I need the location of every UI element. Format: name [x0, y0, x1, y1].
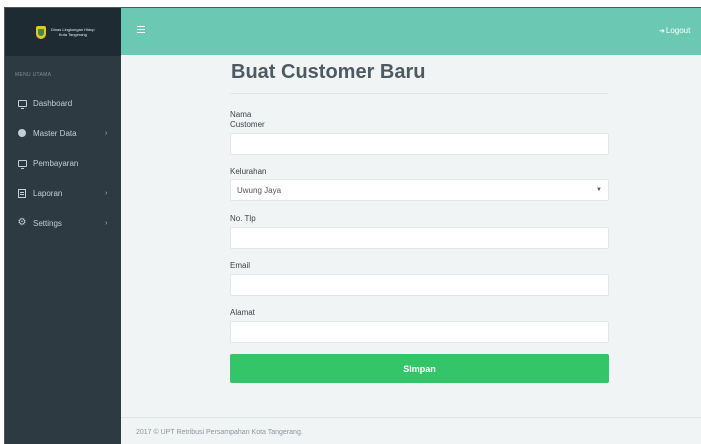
database-icon [17, 128, 27, 138]
nama-customer-input[interactable] [230, 133, 609, 155]
no-tlp-label: No. Tlp [230, 214, 256, 223]
brand-line-2: Kota Tangerang [58, 32, 87, 37]
city-emblem-icon [36, 25, 46, 39]
sidebar-item-label: Laporan [33, 188, 63, 198]
chevron-right-icon: › [105, 129, 108, 137]
page-title: Buat Customer Baru [231, 61, 426, 83]
monitor-icon [17, 98, 27, 109]
nama-label-line-1: Nama [230, 110, 252, 119]
report-icon [17, 188, 27, 198]
title-divider [230, 93, 608, 94]
alamat-label: Alamat [230, 308, 255, 317]
no-tlp-input[interactable] [230, 227, 609, 249]
window-border-left [4, 7, 5, 444]
brand[interactable]: Dinas Lingkungan Hidup Kota Tangerang [5, 8, 121, 56]
nama-customer-label: Nama Customer [230, 110, 265, 130]
chevron-right-icon: › [105, 219, 108, 227]
main-content: Buat Customer Baru Nama Customer Kelurah… [121, 55, 701, 444]
menu-header: MENU UTAMA [15, 72, 52, 78]
sidebar-item-dashboard[interactable]: Dashboard [5, 88, 121, 118]
sidebar-item-label: Settings [33, 218, 62, 228]
gear-icon: ⚙ [17, 217, 27, 228]
sidebar: Dinas Lingkungan Hidup Kota Tangerang ME… [5, 8, 121, 444]
alamat-input[interactable] [230, 321, 609, 343]
sidebar-item-master-data[interactable]: Master Data › [5, 118, 121, 148]
sidebar-item-label: Pembayaran [33, 158, 79, 168]
monitor-icon [17, 158, 27, 169]
logout-label: Logout [665, 26, 691, 35]
sign-out-icon: ➜ [659, 27, 665, 35]
sidebar-item-laporan[interactable]: Laporan › [5, 178, 121, 208]
footer-copyright: 2017 © UPT Retribusi Persampahan Kota Ta… [136, 429, 303, 436]
kelurahan-label: Kelurahan [230, 167, 267, 176]
sidebar-item-settings[interactable]: ⚙ Settings › [5, 208, 121, 238]
sidebar-item-pembayaran[interactable]: Pembayaran [5, 148, 121, 178]
logout-link[interactable]: ➜ Logout [659, 26, 690, 35]
top-navbar: ➜ Logout [121, 8, 701, 55]
caret-down-icon: ▼ [596, 187, 602, 193]
email-label: Email [230, 261, 251, 270]
kelurahan-select[interactable]: Uwung Jaya ▼ [230, 179, 609, 201]
sidebar-item-label: Dashboard [33, 98, 73, 108]
sidebar-item-label: Master Data [33, 128, 77, 138]
nama-label-line-2: Customer [230, 120, 265, 129]
kelurahan-selected-value: Uwung Jaya [237, 185, 282, 195]
simpan-button[interactable]: Simpan [230, 354, 609, 383]
brand-name: Dinas Lingkungan Hidup Kota Tangerang [51, 27, 95, 37]
footer-divider [121, 417, 701, 418]
hamburger-icon[interactable] [137, 26, 145, 33]
email-input[interactable] [230, 274, 609, 296]
chevron-right-icon: › [105, 189, 108, 197]
